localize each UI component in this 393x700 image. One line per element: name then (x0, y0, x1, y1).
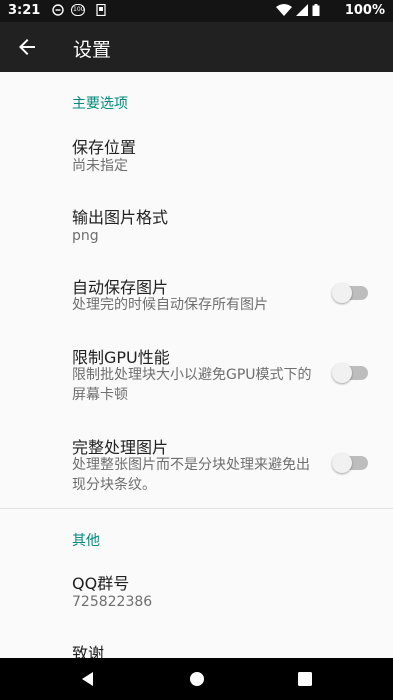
pref-summary: 处理整张图片而不是分块处理来避免出现分块条纹。 (72, 457, 310, 493)
notification-icon (96, 4, 106, 16)
pref-full-process[interactable]: 完整处理图片 处理整张图片而不是分块处理来避免出现分块条纹。 (0, 424, 393, 504)
full-process-switch[interactable] (332, 453, 368, 473)
nav-recents-icon[interactable] (295, 669, 315, 689)
data-saver-badge: 100 (73, 6, 85, 13)
page-title: 设置 (73, 39, 112, 61)
auto-save-switch[interactable] (332, 283, 368, 303)
section-divider (0, 508, 393, 509)
status-bar: 3:21 100 100% (0, 0, 393, 22)
pref-title: 输出图片格式 (72, 208, 169, 227)
limit-gpu-switch[interactable] (332, 363, 368, 383)
sync-icon (52, 4, 64, 16)
nav-back-icon[interactable] (78, 669, 98, 689)
pref-save-location[interactable]: 保存位置 尚未指定 (0, 124, 393, 186)
switch-thumb (332, 363, 352, 383)
switch-thumb (332, 283, 352, 303)
battery-icon (312, 4, 320, 16)
pref-thanks[interactable]: 致谢 (0, 630, 393, 658)
section-header-other: 其他 (72, 533, 100, 549)
pref-summary: 尚未指定 (72, 158, 128, 174)
arrow-back-icon[interactable] (14, 35, 40, 59)
section-header-main: 主要选项 (72, 96, 128, 112)
pref-summary: 处理完的时候自动保存所有图片 (72, 297, 268, 313)
battery-percent: 100% (344, 3, 385, 18)
pref-title: 保存位置 (72, 138, 137, 157)
cellular-icon (296, 4, 308, 16)
pref-auto-save[interactable]: 自动保存图片 处理完的时候自动保存所有图片 (0, 264, 393, 326)
pref-qq-group[interactable]: QQ群号 725822386 (0, 560, 393, 622)
navigation-bar (0, 658, 393, 700)
pref-summary: 725822386 (72, 594, 153, 610)
wifi-icon (276, 4, 292, 16)
pref-output-format[interactable]: 输出图片格式 png (0, 194, 393, 256)
app-bar: 设置 (0, 22, 393, 72)
status-time: 3:21 (8, 3, 41, 18)
pref-summary: png (72, 228, 99, 244)
pref-limit-gpu[interactable]: 限制GPU性能 限制批处理块大小以避免GPU模式下的屏幕卡顿 (0, 334, 393, 414)
settings-list[interactable]: 主要选项 保存位置 尚未指定 输出图片格式 png 自动保存图片 处理完的时候自… (0, 72, 393, 658)
nav-home-icon[interactable] (187, 669, 207, 689)
pref-title: 致谢 (72, 644, 105, 658)
pref-summary: 限制批处理块大小以避免GPU模式下的屏幕卡顿 (72, 367, 312, 403)
switch-thumb (332, 453, 352, 473)
data-saver-icon: 100 (71, 4, 85, 16)
pref-title: QQ群号 (72, 574, 130, 593)
